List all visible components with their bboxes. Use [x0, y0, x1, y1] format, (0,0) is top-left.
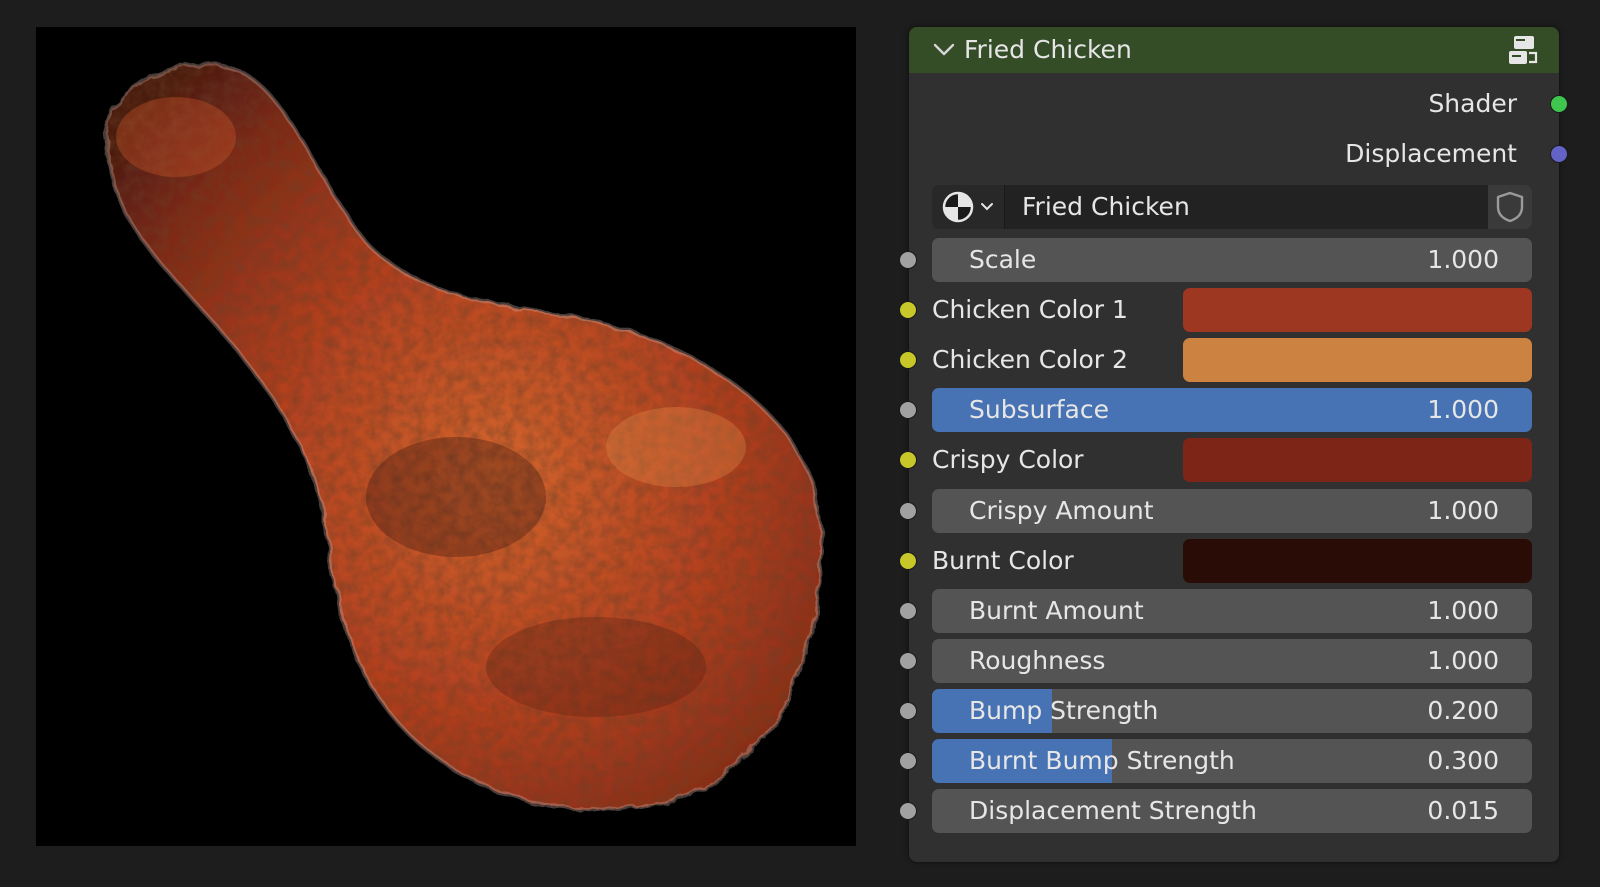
input-row-chicken-color-2: Chicken Color 2 [899, 338, 1559, 383]
input-socket-burnt-amount[interactable] [899, 601, 917, 620]
input-label: Crispy Color [932, 445, 1084, 475]
input-socket-displacement-strength[interactable] [899, 802, 917, 821]
input-label: Subsurface [969, 395, 1109, 425]
input-value: 0.015 [1427, 796, 1499, 826]
input-row-crispy-color: Crispy Color [899, 438, 1559, 483]
input-socket-crispy-color[interactable] [899, 451, 917, 470]
input-value: 0.300 [1427, 746, 1499, 775]
node-group-icon[interactable] [1505, 32, 1541, 68]
node-tree-icon [942, 191, 993, 223]
input-row-burnt-amount: Burnt Amount 1.000 [899, 588, 1559, 633]
node-group-fried-chicken[interactable]: Fried Chicken Shader Displacement Fried … [899, 27, 1568, 862]
node-group-selector[interactable]: Fried Chicken [932, 185, 1532, 229]
shield-icon [1496, 191, 1524, 223]
input-socket-roughness[interactable] [899, 651, 917, 670]
output-displacement-label: Displacement [1345, 139, 1517, 168]
input-label: Bump Strength [969, 695, 1159, 725]
input-label: Roughness [969, 645, 1106, 675]
render-preview [36, 27, 856, 846]
input-row-roughness: Roughness 1.000 [899, 638, 1559, 683]
slider-subsurface[interactable]: Subsurface 1.000 [932, 388, 1532, 433]
color-swatch-burnt-color[interactable] [1183, 538, 1532, 583]
input-value: 1.000 [1427, 395, 1499, 425]
input-row-bump-strength: Bump Strength 0.200 [899, 688, 1559, 733]
input-value: 1.000 [1427, 495, 1499, 525]
input-row-displacement-strength: Displacement Strength 0.015 [899, 789, 1559, 834]
node-header[interactable]: Fried Chicken [909, 27, 1559, 73]
color-swatch-chicken-color-1[interactable] [1183, 288, 1532, 333]
input-socket-chicken-color-1[interactable] [899, 301, 917, 320]
input-label: Scale [969, 245, 1037, 274]
input-label: Displacement Strength [969, 796, 1257, 826]
output-shader-label: Shader [1428, 89, 1517, 118]
input-label: Burnt Bump Strength [969, 746, 1235, 775]
output-displacement-socket[interactable] [1550, 145, 1568, 163]
color-swatch-crispy-color[interactable] [1183, 438, 1532, 483]
input-socket-burnt-color[interactable] [899, 551, 917, 570]
input-value: 1.000 [1427, 595, 1499, 625]
input-socket-burnt-bump-strength[interactable] [899, 752, 917, 770]
input-value: 0.200 [1427, 695, 1499, 725]
input-value: 1.000 [1427, 245, 1499, 274]
slider-burnt-bump-strength[interactable]: Burnt Bump Strength 0.300 [932, 739, 1532, 783]
node-title: Fried Chicken [964, 35, 1132, 64]
slider-scale[interactable]: Scale 1.000 [932, 238, 1532, 282]
input-label: Burnt Amount [969, 595, 1144, 625]
input-socket-chicken-color-2[interactable] [899, 351, 917, 370]
input-label: Crispy Amount [969, 495, 1154, 525]
input-value: 1.000 [1427, 645, 1499, 675]
input-row-scale: Scale 1.000 [899, 238, 1559, 282]
slider-crispy-amount[interactable]: Crispy Amount 1.000 [932, 488, 1532, 533]
input-row-crispy-amount: Crispy Amount 1.000 [899, 488, 1559, 533]
input-row-chicken-color-1: Chicken Color 1 [899, 288, 1559, 333]
input-socket-crispy-amount[interactable] [899, 501, 917, 520]
input-socket-subsurface[interactable] [899, 401, 917, 420]
slider-bump-strength[interactable]: Bump Strength 0.200 [932, 688, 1532, 733]
slider-roughness[interactable]: Roughness 1.000 [932, 638, 1532, 683]
input-label: Burnt Color [932, 545, 1074, 575]
input-socket-scale[interactable] [899, 251, 917, 269]
input-row-burnt-color: Burnt Color [899, 538, 1559, 583]
group-name[interactable]: Fried Chicken [1022, 192, 1190, 222]
slider-burnt-amount[interactable]: Burnt Amount 1.000 [932, 588, 1532, 633]
output-shader-socket[interactable] [1550, 95, 1568, 113]
input-row-subsurface: Subsurface 1.000 [899, 388, 1559, 433]
chevron-down-icon[interactable] [933, 41, 955, 59]
fake-user-toggle[interactable] [1488, 185, 1532, 229]
input-socket-bump-strength[interactable] [899, 701, 917, 720]
group-browse-button[interactable] [932, 185, 1005, 229]
input-row-burnt-bump-strength: Burnt Bump Strength 0.300 [899, 739, 1559, 783]
input-label: Chicken Color 1 [932, 295, 1128, 325]
fried-chicken-render [103, 62, 824, 812]
color-swatch-chicken-color-2[interactable] [1183, 338, 1532, 383]
slider-displacement-strength[interactable]: Displacement Strength 0.015 [932, 789, 1532, 834]
input-label: Chicken Color 2 [932, 345, 1128, 375]
